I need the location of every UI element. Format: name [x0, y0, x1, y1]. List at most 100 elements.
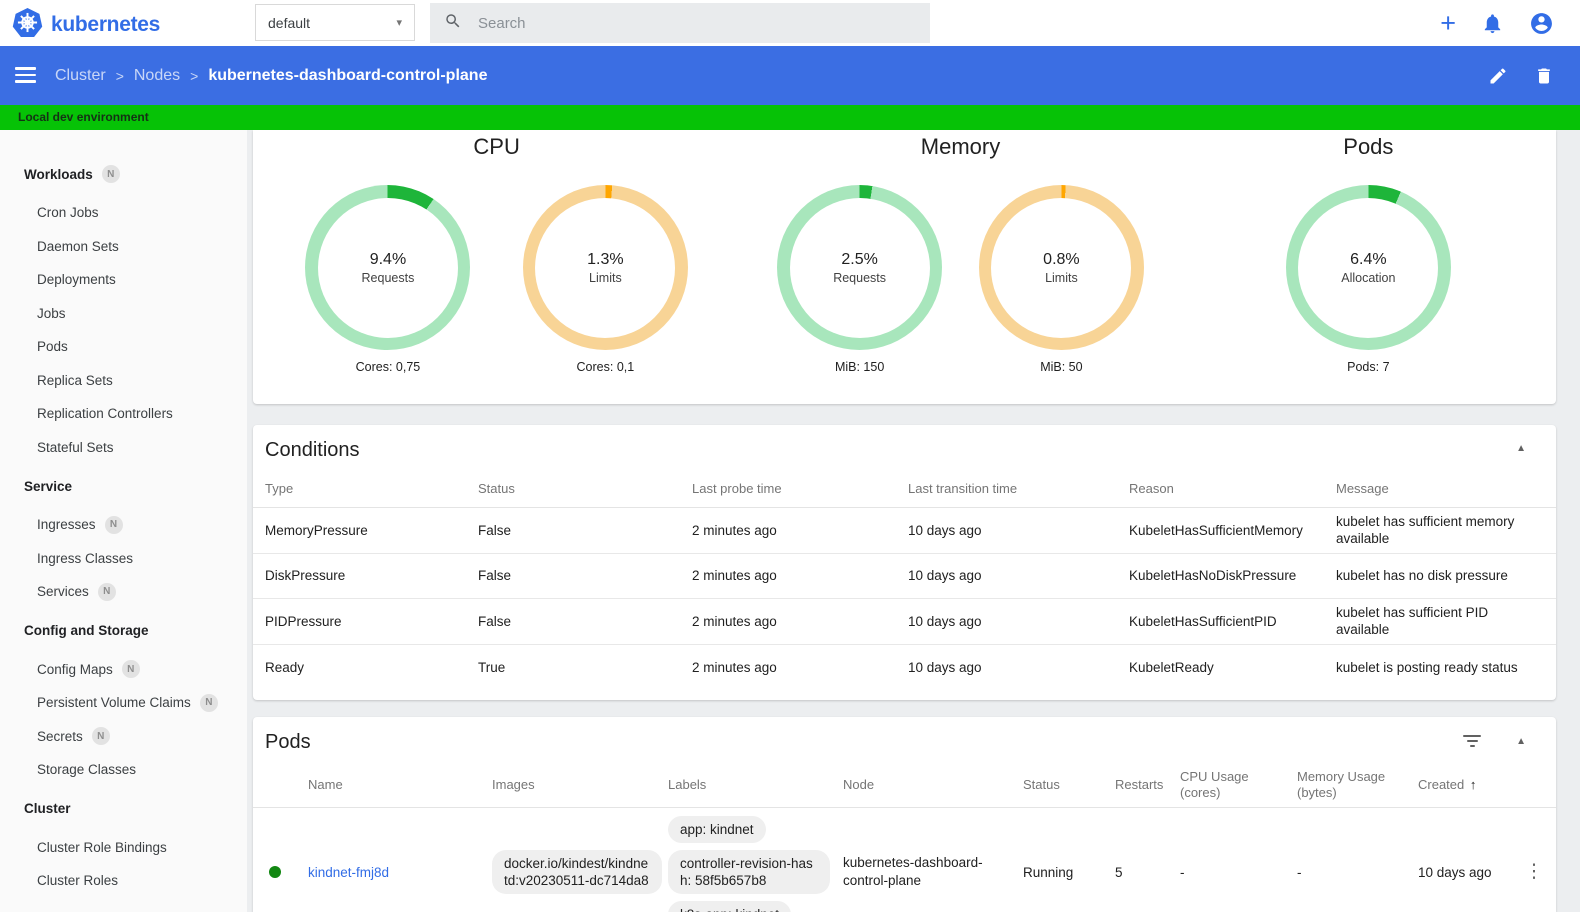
donut-footer: MiB: 150 — [834, 360, 885, 374]
pods-col-node[interactable]: Node — [843, 777, 1023, 793]
pods-col-name[interactable]: Name — [308, 777, 492, 793]
pods-col-memory[interactable]: Memory Usage (bytes) — [1297, 769, 1418, 801]
sidebar-item-replication-controllers[interactable]: Replication Controllers — [0, 397, 247, 431]
sidebar-item-config-maps[interactable]: Config Maps N — [0, 653, 247, 687]
pods-chart-group: Pods 6.4% Allocation Pods: 7 — [1181, 133, 1556, 404]
condition-row: DiskPressure False 2 minutes ago 10 days… — [253, 554, 1556, 599]
condition-row: MemoryPressure False 2 minutes ago 10 da… — [253, 508, 1556, 554]
notifications-bell-icon[interactable] — [1481, 12, 1504, 35]
pod-name-link[interactable]: kindnet-fmj8d — [308, 865, 492, 880]
collapse-icon[interactable]: ▲ — [1516, 736, 1526, 747]
label-chip: app: kindnet — [668, 816, 766, 843]
page-title: kubernetes-dashboard-control-plane — [208, 66, 488, 84]
top-header: kubernetes default ▾ + — [0, 0, 1580, 46]
sidebar-item-cluster-roles[interactable]: Cluster Roles — [0, 864, 247, 898]
pods-col-cpu[interactable]: CPU Usage (cores) — [1180, 769, 1297, 801]
breadcrumb-separator: > — [190, 67, 199, 84]
memory-limits-donut: 0.8% Limits — [978, 185, 1144, 350]
new-badge: N — [104, 515, 123, 534]
sidebar-item-ingresses[interactable]: Ingresses N — [0, 508, 247, 542]
pods-title: Pods — [265, 731, 311, 753]
new-badge: N — [97, 582, 116, 601]
label-chip: k8s-app: kindnet — [668, 901, 792, 912]
breadcrumb-cluster[interactable]: Cluster — [55, 67, 106, 85]
sidebar-item-persistent-volume-claims[interactable]: Persistent Volume Claims N — [0, 686, 247, 720]
menu-hamburger-icon[interactable] — [15, 67, 36, 83]
pods-col-status[interactable]: Status — [1023, 777, 1115, 793]
sidebar-item-cluster-role-bindings[interactable]: Cluster Role Bindings — [0, 831, 247, 865]
pods-col-created[interactable]: Created ↑ — [1418, 777, 1524, 793]
sidebar-item-ingress-classes[interactable]: Ingress Classes — [0, 542, 247, 576]
chart-group-title: CPU — [473, 134, 520, 159]
filter-icon[interactable] — [1462, 735, 1482, 747]
sidebar: Workloads N Cron Jobs Daemon Sets Deploy… — [0, 130, 247, 912]
pods-allocation-donut: 6.4% Allocation — [1285, 185, 1451, 350]
chevron-down-icon: ▾ — [396, 17, 402, 29]
sidebar-section-cluster: Cluster — [24, 801, 71, 816]
kubernetes-dashboard: kubernetes default ▾ + — [0, 0, 1580, 912]
edit-pencil-icon[interactable] — [1488, 66, 1508, 86]
pods-header-row: Name Images Labels Node Status Restarts … — [253, 762, 1556, 808]
pods-card: Pods ▲ Name Images Labels Node Status Re… — [253, 717, 1556, 912]
sidebar-item-daemon-sets[interactable]: Daemon Sets — [0, 230, 247, 264]
sidebar-item-jobs[interactable]: Jobs — [0, 297, 247, 331]
kubernetes-logo-icon — [12, 7, 43, 43]
allocation-charts-card: CPU 9.4% Requests Cores: 0,75 1.3% Limit… — [253, 130, 1556, 404]
sidebar-section-config-storage: Config and Storage — [24, 623, 149, 638]
image-chip: docker.io/kindest/kindnetd:v20230511-dc7… — [492, 850, 662, 894]
new-badge: N — [101, 165, 120, 183]
search-icon — [444, 12, 462, 35]
sidebar-item-stateful-sets[interactable]: Stateful Sets — [0, 431, 247, 465]
breadcrumb-separator: > — [115, 67, 124, 84]
top-actions: + — [1440, 0, 1554, 46]
create-resource-button[interactable]: + — [1440, 9, 1456, 37]
conditions-card: Conditions ▲ Type Status Last probe time… — [253, 425, 1556, 700]
search-input[interactable] — [478, 14, 916, 32]
user-account-icon[interactable] — [1529, 11, 1554, 36]
pod-status-dot — [269, 866, 281, 878]
labels-cell: app: kindnet controller-revision-hash: 5… — [668, 816, 843, 912]
pod-restarts: 5 — [1115, 864, 1123, 880]
sidebar-item-deployments[interactable]: Deployments — [0, 263, 247, 297]
pod-memory-usage: - — [1297, 864, 1302, 880]
condition-row: PIDPressure False 2 minutes ago 10 days … — [253, 599, 1556, 645]
sidebar-item-cron-jobs[interactable]: Cron Jobs — [0, 196, 247, 230]
delete-trash-icon[interactable] — [1534, 66, 1554, 86]
pod-cpu-usage: - — [1180, 864, 1185, 880]
pods-col-labels[interactable]: Labels — [668, 777, 843, 793]
brand-name: kubernetes — [51, 13, 161, 36]
search-bar[interactable] — [430, 3, 930, 43]
sort-ascending-icon: ↑ — [1469, 776, 1477, 792]
brand[interactable]: kubernetes — [12, 7, 160, 43]
breadcrumb-bar: Cluster > Nodes > kubernetes-dashboard-c… — [0, 46, 1580, 105]
pod-row: kindnet-fmj8d docker.io/kindest/kindnetd… — [253, 808, 1556, 912]
condition-row: Ready True 2 minutes ago 10 days ago Kub… — [265, 659, 1518, 675]
cpu-limits-donut: 1.3% Limits — [522, 185, 688, 350]
sidebar-item-pods[interactable]: Pods — [0, 330, 247, 364]
donut-footer: MiB: 50 — [1040, 360, 1083, 374]
sidebar-item-secrets[interactable]: Secrets N — [0, 720, 247, 754]
pods-col-restarts[interactable]: Restarts — [1115, 777, 1180, 793]
new-badge: N — [121, 660, 140, 679]
conditions-title: Conditions — [265, 439, 360, 461]
namespace-value: default — [268, 14, 311, 31]
namespace-selector[interactable]: default ▾ — [255, 4, 415, 41]
donut-footer: Cores: 0,75 — [355, 360, 421, 374]
main-content: CPU 9.4% Requests Cores: 0,75 1.3% Limit… — [247, 130, 1580, 912]
sidebar-item-replica-sets[interactable]: Replica Sets — [0, 364, 247, 398]
chart-group-title: Pods — [1343, 134, 1394, 159]
row-menu-kebab-icon[interactable]: ⋮ — [1524, 862, 1544, 881]
sidebar-section-workloads: Workloads N — [0, 157, 247, 191]
pod-created: 10 days ago — [1418, 864, 1492, 880]
sidebar-item-services[interactable]: Services N — [0, 575, 247, 609]
sidebar-item-storage-classes[interactable]: Storage Classes — [0, 753, 247, 787]
pod-node: kubernetes-dashboard-control-plane — [843, 855, 983, 888]
pods-col-images[interactable]: Images — [492, 777, 668, 793]
chart-group-title: Memory — [920, 134, 1001, 159]
cpu-requests-donut: 9.4% Requests — [305, 185, 471, 350]
new-badge: N — [91, 727, 110, 746]
memory-chart-group: Memory 2.5% Requests MiB: 150 0.8% Limit… — [740, 133, 1180, 404]
breadcrumb-nodes[interactable]: Nodes — [134, 67, 180, 85]
collapse-icon[interactable]: ▲ — [1516, 443, 1526, 454]
donut-footer: Pods: 7 — [1347, 360, 1390, 374]
